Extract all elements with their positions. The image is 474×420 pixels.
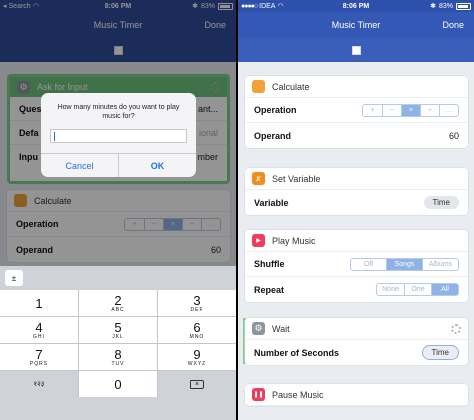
- row-label: Variable: [254, 197, 289, 208]
- repeat-row: Repeat None One All: [245, 277, 468, 302]
- cancel-button[interactable]: Cancel: [41, 154, 118, 177]
- key-7[interactable]: 7 PQRS: [0, 344, 78, 370]
- row-label: Number of Seconds: [254, 347, 340, 358]
- numeral-switch-key[interactable]: १२३: [0, 371, 78, 397]
- operation-selector[interactable]: + − × ÷…: [362, 103, 459, 117]
- right-screen: ●●●●○ IDEA ◠ 8:06 PM ✱ 83% Music Timer D…: [238, 0, 474, 420]
- gear-icon: ⚙: [252, 322, 265, 335]
- repeat-selector[interactable]: None One All: [376, 283, 459, 296]
- operation-row: Operation + − × ÷…: [245, 98, 468, 123]
- card-header: ⚙ Wait: [245, 318, 468, 340]
- seconds-row[interactable]: Number of Seconds Time: [245, 340, 468, 365]
- battery-icon: [456, 2, 471, 10]
- key-1[interactable]: 1: [0, 290, 78, 316]
- run-strip: [238, 38, 474, 62]
- set-variable-card: x Set Variable Variable Time: [245, 168, 468, 215]
- row-label: Repeat: [254, 284, 285, 295]
- op-times[interactable]: ×: [401, 104, 420, 116]
- alert-message: How many minutes do you want to play mus…: [57, 104, 180, 120]
- key-0[interactable]: 0: [79, 371, 157, 397]
- shuffle-off[interactable]: Off: [351, 259, 386, 270]
- card-header: ▶ Play Music: [245, 230, 468, 252]
- key-8[interactable]: 8 TUV: [79, 344, 157, 370]
- shuffle-albums[interactable]: Albums: [422, 258, 458, 270]
- card-header: ❚❚ Pause Music: [245, 384, 468, 406]
- number-keyboard: ± 1 2 ABC 3 DEF 4 GHI 5 JKL 6 MNO 7 PQRS 8 TUV …: [0, 266, 236, 420]
- card-title: Wait: [272, 323, 290, 334]
- key-6[interactable]: 6 MNO: [158, 317, 236, 343]
- card-title: Set Variable: [272, 173, 321, 184]
- key-2[interactable]: 2 ABC: [79, 290, 157, 316]
- plus-minus-key[interactable]: ±: [5, 270, 23, 286]
- key-5[interactable]: 5 JKL: [79, 317, 157, 343]
- left-screen: ◂ Search ◠ 8:06 PM ✱ 83% Music Timer Don…: [0, 0, 236, 420]
- row-label: Operand: [254, 130, 292, 141]
- repeat-all[interactable]: All: [431, 284, 458, 295]
- nav-bar: Music Timer Done: [238, 12, 474, 38]
- row-label: Operation: [254, 105, 297, 115]
- repeat-none[interactable]: None: [377, 284, 404, 295]
- pause-music-card: ❚❚ Pause Music: [245, 384, 468, 406]
- variable-x-icon: x: [252, 172, 265, 185]
- keypad-grid: 1 2 ABC 3 DEF 4 GHI 5 JKL 6 MNO 7 PQRS 8 TUV 9W…: [0, 290, 236, 397]
- status-bar: ●●●●○ IDEA ◠ 8:06 PM ✱ 83%: [238, 0, 474, 12]
- card-title: Play Music: [272, 235, 316, 246]
- status-time: 8:06 PM: [342, 2, 370, 10]
- card-title: Calculate: [272, 81, 310, 92]
- pause-icon: ❚❚: [252, 388, 265, 401]
- shuffle-selector[interactable]: Off Songs Albums: [350, 257, 459, 271]
- key-3[interactable]: 3 DEF: [158, 290, 236, 316]
- key-4[interactable]: 4 GHI: [0, 317, 78, 343]
- text-caret: [54, 131, 55, 141]
- calculator-icon: [252, 80, 265, 93]
- card-header: Calculate: [245, 76, 468, 98]
- backspace-icon: ×: [190, 379, 204, 389]
- nav-title: Music Timer: [331, 20, 381, 30]
- operand-row[interactable]: Operand 60: [245, 123, 468, 148]
- op-divide[interactable]: ÷: [420, 104, 439, 116]
- shuffle-songs[interactable]: Songs: [386, 258, 422, 270]
- row-label: Shuffle: [254, 259, 285, 269]
- op-more[interactable]: …: [439, 104, 458, 116]
- card-header: x Set Variable: [245, 168, 468, 190]
- key-9[interactable]: 9 WXYZ: [158, 344, 236, 370]
- spinner-icon: [451, 323, 461, 334]
- repeat-one[interactable]: One: [404, 284, 431, 295]
- play-music-card: ▶ Play Music Shuffle Off Songs Albums Repe…: [245, 230, 468, 302]
- variable-name-pill[interactable]: Time: [423, 196, 459, 209]
- wait-card: ⚙ Wait Number of Seconds Time: [245, 318, 468, 365]
- calculate-card: Calculate Operation + − × ÷… Operand 60: [245, 76, 468, 148]
- done-button[interactable]: Done: [442, 20, 464, 30]
- stop-icon[interactable]: [351, 45, 361, 55]
- shuffle-row: Shuffle Off Songs Albums: [245, 252, 468, 277]
- play-icon: ▶: [252, 234, 265, 247]
- variable-row[interactable]: Variable Time: [245, 190, 468, 215]
- seconds-variable-pill[interactable]: Time: [421, 345, 459, 360]
- op-minus[interactable]: −: [382, 104, 401, 116]
- input-alert: How many minutes do you want to play mus…: [41, 93, 196, 177]
- backspace-key[interactable]: ×: [158, 371, 236, 397]
- minutes-input[interactable]: [50, 129, 187, 143]
- ok-button[interactable]: OK: [118, 154, 196, 177]
- operand-value: 60: [448, 130, 459, 141]
- card-title: Pause Music: [272, 389, 324, 400]
- workflow-content: Calculate Operation + − × ÷… Operand 60 x S…: [238, 62, 474, 420]
- op-plus[interactable]: +: [363, 105, 382, 116]
